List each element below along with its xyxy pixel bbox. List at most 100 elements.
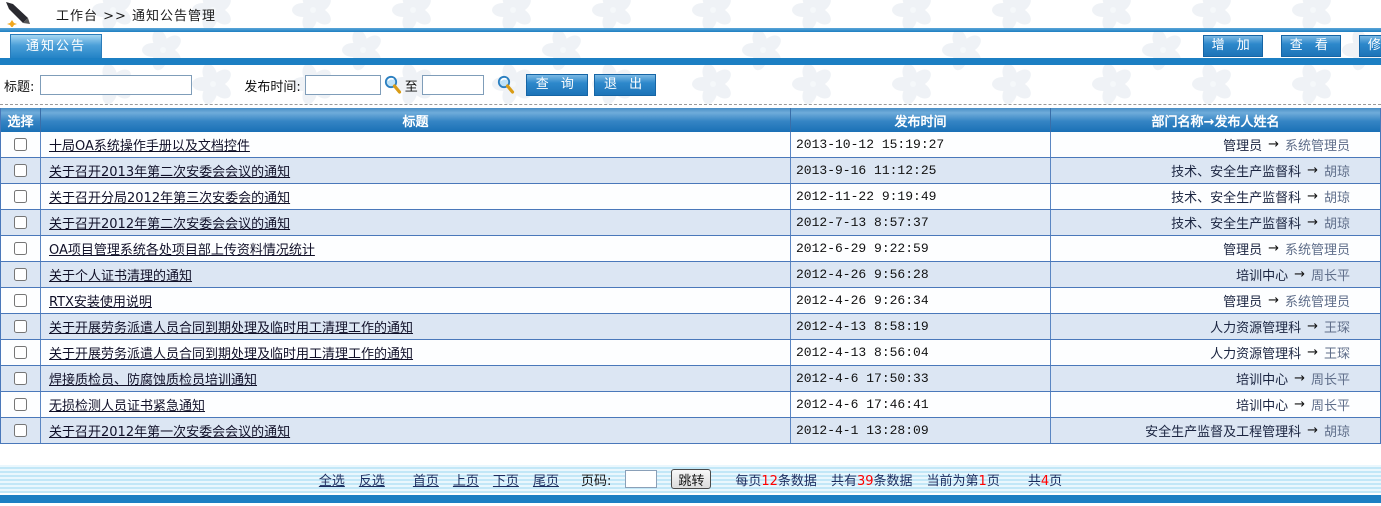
- arrow-icon: →: [1307, 319, 1318, 334]
- notice-title-link[interactable]: 十局OA系统操作手册以及文档控件: [49, 135, 250, 154]
- publisher-name: 周长平: [1311, 265, 1350, 284]
- notice-title-link[interactable]: 关于召开分局2012年第三次安委会的通知: [49, 187, 290, 206]
- row-dept-person-cell: 技术、安全生产监督科 → 胡琼: [1051, 210, 1380, 235]
- current-page-stat: 当前为第1页: [927, 470, 1000, 489]
- row-title-cell: 关于召开分局2012年第三次安委会的通知: [41, 184, 791, 209]
- page-number-input[interactable]: [625, 470, 657, 488]
- notice-title-link[interactable]: RTX安装使用说明: [49, 291, 152, 310]
- row-publish-time: 2012-6-29 9:22:59: [791, 236, 1051, 261]
- row-checkbox[interactable]: [14, 216, 27, 229]
- jump-button[interactable]: 跳转: [671, 469, 711, 489]
- view-button[interactable]: 查 看: [1281, 35, 1341, 57]
- table-row: RTX安装使用说明2012-4-26 9:26:34管理员→系统管理员: [1, 288, 1380, 314]
- select-all-link[interactable]: 全选: [319, 470, 345, 489]
- query-button[interactable]: 查 询: [526, 74, 588, 96]
- search-area: 标题: 发布时间: 至 查 询 退 出: [0, 65, 1381, 105]
- table-row: 关于开展劳务派遣人员合同到期处理及临时用工清理工作的通知2012-4-13 8:…: [1, 314, 1380, 340]
- publisher-name: 系统管理员: [1285, 291, 1350, 310]
- notice-title-link[interactable]: 关于个人证书清理的通知: [49, 265, 192, 284]
- row-title-cell: 关于个人证书清理的通知: [41, 262, 791, 287]
- invert-select-link[interactable]: 反选: [359, 470, 385, 489]
- row-checkbox[interactable]: [14, 346, 27, 359]
- edit-button[interactable]: 修 改: [1359, 35, 1381, 57]
- first-page-link[interactable]: 首页: [413, 470, 439, 489]
- tab-notice[interactable]: 通知公告: [10, 34, 102, 58]
- row-select-cell: [1, 132, 41, 157]
- calendar-search-icon[interactable]: [496, 75, 516, 95]
- notice-title-link[interactable]: 关于召开2012年第一次安委会会议的通知: [49, 421, 290, 440]
- row-checkbox[interactable]: [14, 138, 27, 151]
- arrow-icon: →: [1268, 137, 1279, 152]
- arrow-icon: →: [1307, 215, 1318, 230]
- dept-name: 培训中心: [1236, 395, 1288, 414]
- publisher-name: 胡琼: [1324, 213, 1350, 232]
- row-publish-time: 2012-4-6 17:50:33: [791, 366, 1051, 391]
- notice-title-link[interactable]: 焊接质检员、防腐蚀质检员培训通知: [49, 369, 257, 388]
- date-to-input[interactable]: [422, 75, 484, 95]
- dept-name: 培训中心: [1236, 265, 1288, 284]
- total-pages-number: 4: [1041, 474, 1049, 489]
- exit-button[interactable]: 退 出: [594, 74, 656, 96]
- row-publish-time: 2012-4-13 8:56:04: [791, 340, 1051, 365]
- last-page-link[interactable]: 尾页: [533, 470, 559, 489]
- row-publish-time: 2013-9-16 11:12:25: [791, 158, 1051, 183]
- table-row: 关于召开2013年第二次安委会会议的通知2013-9-16 11:12:25技术…: [1, 158, 1380, 184]
- footer-gap: [0, 444, 1381, 465]
- row-select-cell: [1, 392, 41, 417]
- row-title-cell: 十局OA系统操作手册以及文档控件: [41, 132, 791, 157]
- row-checkbox[interactable]: [14, 294, 27, 307]
- row-checkbox[interactable]: [14, 164, 27, 177]
- table-row: 关于召开2012年第二次安委会会议的通知2012-7-13 8:57:37技术、…: [1, 210, 1380, 236]
- add-button[interactable]: 增 加: [1203, 35, 1263, 57]
- to-label: 至: [405, 76, 418, 95]
- row-title-cell: 关于召开2012年第二次安委会会议的通知: [41, 210, 791, 235]
- row-dept-person-cell: 人力资源管理科→王琛: [1051, 340, 1380, 365]
- notice-table: 选择 标题 发布时间 部门名称→发布人姓名 十局OA系统操作手册以及文档控件20…: [0, 108, 1381, 444]
- row-title-cell: 关于召开2012年第一次安委会会议的通知: [41, 418, 791, 443]
- row-select-cell: [1, 340, 41, 365]
- row-dept-person-cell: 人力资源管理科→王琛: [1051, 314, 1380, 339]
- publisher-name: 系统管理员: [1285, 135, 1350, 154]
- prev-page-link[interactable]: 上页: [453, 470, 479, 489]
- row-checkbox[interactable]: [14, 268, 27, 281]
- title-input[interactable]: [40, 75, 192, 95]
- notice-title-link[interactable]: 关于召开2013年第二次安委会会议的通知: [49, 161, 290, 180]
- row-dept-person-cell: 管理员→系统管理员: [1051, 236, 1380, 261]
- breadcrumb: 工作台 >> 通知公告管理: [56, 5, 216, 24]
- row-dept-person-cell: 培训中心→周长平: [1051, 366, 1380, 391]
- row-checkbox[interactable]: [14, 398, 27, 411]
- notice-title-link[interactable]: 无损检测人员证书紧急通知: [49, 395, 205, 414]
- row-checkbox[interactable]: [14, 372, 27, 385]
- row-checkbox[interactable]: [14, 424, 27, 437]
- publisher-name: 胡琼: [1324, 161, 1350, 180]
- row-title-cell: RTX安装使用说明: [41, 288, 791, 313]
- notice-title-link[interactable]: 关于开展劳务派遣人员合同到期处理及临时用工清理工作的通知: [49, 343, 413, 362]
- notice-title-link[interactable]: OA项目管理系统各处项目部上传资料情况统计: [49, 239, 315, 258]
- notice-title-link[interactable]: 关于召开2012年第二次安委会会议的通知: [49, 213, 290, 232]
- dept-name: 安全生产监督及工程管理科: [1145, 421, 1301, 440]
- row-title-cell: 焊接质检员、防腐蚀质检员培训通知: [41, 366, 791, 391]
- row-checkbox[interactable]: [14, 320, 27, 333]
- arrow-icon: →: [1307, 163, 1318, 178]
- row-dept-person-cell: 管理员→系统管理员: [1051, 288, 1380, 313]
- total-stat: 共有39条数据: [831, 470, 913, 489]
- per-page-stat: 每页12条数据: [735, 470, 817, 489]
- notice-title-link[interactable]: 关于开展劳务派遣人员合同到期处理及临时用工清理工作的通知: [49, 317, 413, 336]
- row-dept-person-cell: 安全生产监督及工程管理科→胡琼: [1051, 418, 1380, 443]
- row-publish-time: 2012-7-13 8:57:37: [791, 210, 1051, 235]
- dept-name: 技术、安全生产监督科: [1171, 213, 1301, 232]
- table-row: 关于开展劳务派遣人员合同到期处理及临时用工清理工作的通知 2012-4-13 8:…: [1, 340, 1380, 366]
- dept-name: 管理员: [1223, 239, 1262, 258]
- dept-name: 技术、安全生产监督科: [1171, 187, 1301, 206]
- row-checkbox[interactable]: [14, 242, 27, 255]
- row-checkbox[interactable]: [14, 190, 27, 203]
- total-count: 39: [857, 474, 874, 489]
- row-select-cell: [1, 262, 41, 287]
- next-page-link[interactable]: 下页: [493, 470, 519, 489]
- page-number-label: 页码:: [581, 470, 611, 489]
- date-from-input[interactable]: [305, 75, 381, 95]
- publish-date-label: 发布时间:: [244, 76, 300, 95]
- calendar-search-icon[interactable]: [383, 75, 403, 95]
- row-dept-person-cell: 技术、安全生产监督科→胡琼: [1051, 158, 1380, 183]
- table-row: OA项目管理系统各处项目部上传资料情况统计2012-6-29 9:22:59管理…: [1, 236, 1380, 262]
